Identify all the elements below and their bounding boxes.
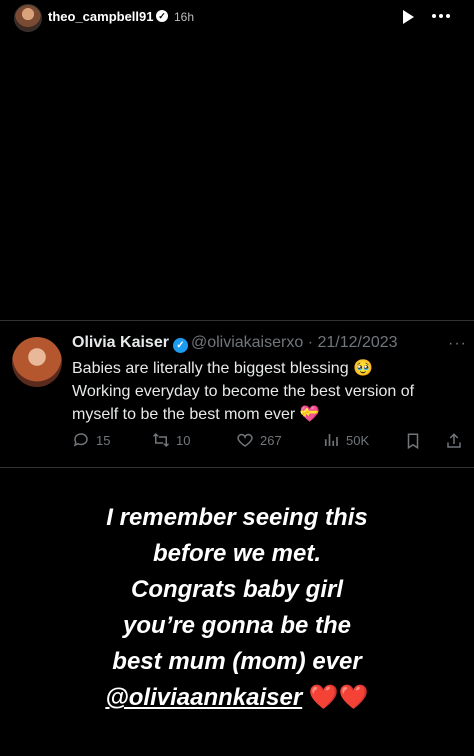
caption-line: I remember seeing this: [106, 504, 368, 531]
tweet-text-line: myself to be the best mom ever 💝: [72, 406, 320, 423]
tweet-card: Olivia Kaiser ✓ @oliviakaiserxo · 21/12/20…: [0, 320, 474, 468]
hearts-emoji: ❤️❤️: [308, 684, 369, 711]
tweet-text-line: Working everyday to become the best vers…: [72, 383, 415, 400]
story-username[interactable]: theo_campbell91: [48, 9, 154, 24]
like-count: 267: [260, 432, 282, 448]
share-icon: [447, 433, 461, 448]
like-action: 267: [236, 431, 282, 449]
view-count: 50K: [346, 432, 370, 448]
mention-link[interactable]: @oliviaannkaiser: [105, 684, 302, 711]
bookmark-icon: [407, 433, 419, 450]
story-time-ago: 16h: [174, 10, 195, 24]
caption-line: before we met.: [152, 540, 322, 567]
tweet-actions: 15 10 267 50K: [72, 431, 467, 453]
views-icon: [324, 434, 338, 446]
reply-action: 15: [72, 431, 110, 449]
reply-icon: [73, 433, 88, 447]
tweet-date: 21/12/2023: [317, 334, 398, 351]
caption-line: Congrats baby girl: [130, 576, 344, 603]
reply-count: 15: [96, 432, 111, 448]
caption-line: best mum (mom) ever: [112, 648, 362, 675]
tweet-more-icon: ···: [448, 335, 467, 352]
story-header: theo_campbell91 ✓ 16h: [0, 0, 474, 34]
more-icon[interactable]: [432, 14, 450, 18]
caption-mention-line: @oliviaannkaiser ❤️❤️: [0, 680, 474, 716]
verified-badge-icon: ✓: [156, 10, 168, 22]
tweet-text-line: Babies are literally the biggest blessin…: [72, 360, 373, 377]
tweet-header: Olivia Kaiser ✓ @oliviakaiserxo · 21/12/20…: [72, 334, 467, 353]
tweet-author-name: Olivia Kaiser: [72, 334, 169, 351]
heart-icon: [237, 433, 253, 447]
play-icon[interactable]: [403, 10, 414, 24]
tweet-text: Babies are literally the biggest blessin…: [72, 357, 467, 426]
tweet-separator: ·: [307, 334, 314, 351]
retweet-icon: [152, 432, 170, 448]
story-avatar[interactable]: [14, 4, 42, 32]
retweet-action: 10: [152, 431, 190, 449]
retweet-count: 10: [176, 432, 191, 448]
tweet-handle: @oliviakaiserxo: [190, 334, 304, 351]
views-action: 50K: [322, 431, 369, 449]
tweet-author-avatar: [12, 337, 62, 387]
caption-line: you’re gonna be the: [122, 612, 352, 639]
story-caption: I remember seeing this before we met. Co…: [0, 500, 474, 716]
verified-blue-icon: ✓: [172, 338, 188, 353]
